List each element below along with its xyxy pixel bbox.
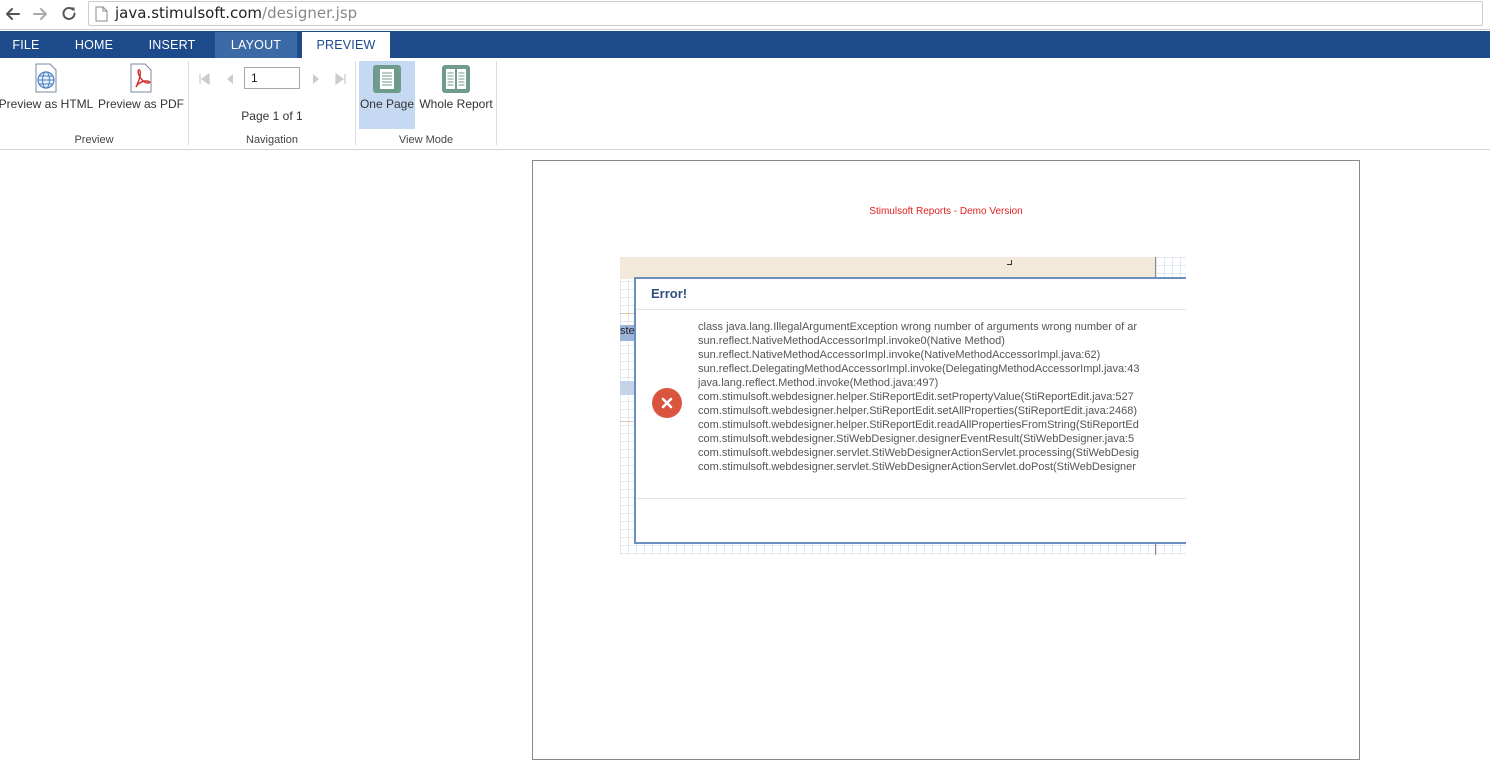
preview-as-html-button[interactable]: Preview as HTML <box>0 62 94 126</box>
dialog-divider <box>636 498 1186 499</box>
preview-pdf-label: Preview as PDF <box>97 97 185 111</box>
address-bar[interactable]: java.stimulsoft.com/designer.jsp <box>88 1 1483 26</box>
stacktrace-line: sun.reflect.NativeMethodAccessorImpl.inv… <box>698 335 1005 347</box>
tab-insert[interactable]: INSERT <box>136 32 208 58</box>
one-page-label: One Page <box>359 97 415 111</box>
stacktrace-line: com.stimulsoft.webdesigner.servlet.StiWe… <box>698 461 1136 473</box>
stacktrace-line: java.lang.reflect.Method.invoke(Method.j… <box>698 377 939 389</box>
next-page-icon[interactable] <box>309 72 323 86</box>
reload-icon[interactable] <box>58 3 80 25</box>
stacktrace-line: com.stimulsoft.webdesigner.servlet.StiWe… <box>698 447 1140 459</box>
stacktrace-line: class java.lang.IllegalArgumentException… <box>698 321 1138 333</box>
report-page: Stimulsoft Reports - Demo Version ste Er… <box>532 160 1360 760</box>
page-count-text: Page 1 of 1 <box>241 109 303 123</box>
html-globe-icon <box>35 63 57 93</box>
group-divider <box>355 61 356 145</box>
one-page-icon <box>373 65 401 93</box>
error-stacktrace: class java.lang.IllegalArgumentException… <box>698 320 1186 474</box>
preview-group-label: Preview <box>74 134 114 146</box>
navigation-group-label: Navigation <box>246 134 298 146</box>
preview-html-label: Preview as HTML <box>0 97 94 111</box>
dialog-divider <box>636 309 1186 310</box>
corner-mark <box>1007 260 1012 265</box>
stacktrace-line: com.stimulsoft.webdesigner.helper.StiRep… <box>698 419 1139 431</box>
stacktrace-line: sun.reflect.DelegatingMethodAccessorImpl… <box>698 363 1140 375</box>
first-page-icon[interactable] <box>197 72 211 86</box>
tab-layout[interactable]: LAYOUT <box>215 32 297 58</box>
tab-file[interactable]: FILE <box>0 32 52 58</box>
previous-page-icon[interactable] <box>223 72 237 86</box>
preview-as-pdf-button[interactable]: Preview as PDF <box>98 62 184 126</box>
stacktrace-line: sun.reflect.NativeMethodAccessorImpl.inv… <box>698 349 1101 361</box>
stacktrace-line: com.stimulsoft.webdesigner.helper.StiRep… <box>698 405 1137 417</box>
embedded-screenshot: ste Error! class java.lang.IllegalArgume… <box>620 257 1186 555</box>
one-page-button[interactable]: One Page <box>359 61 415 129</box>
viewmode-group-label: View Mode <box>398 134 454 146</box>
pdf-icon <box>130 63 152 93</box>
back-arrow-icon[interactable] <box>2 3 24 25</box>
group-divider <box>188 61 189 145</box>
designer-band <box>620 257 1156 279</box>
tab-home[interactable]: HOME <box>62 32 126 58</box>
ribbon-panel: Preview as HTML Preview as PDF Preview P… <box>0 58 1490 150</box>
whole-report-label: Whole Report <box>419 97 493 111</box>
demo-version-watermark: Stimulsoft Reports - Demo Version <box>869 206 1023 217</box>
error-x-icon <box>652 388 682 418</box>
stacktrace-line: com.stimulsoft.webdesigner.StiWebDesigne… <box>698 433 1135 445</box>
ribbon-tabbar: FILE HOME INSERT LAYOUT PREVIEW <box>0 31 1490 58</box>
error-dialog-title: Error! <box>651 286 688 301</box>
whole-report-button[interactable]: Whole Report <box>419 61 493 129</box>
browser-toolbar: java.stimulsoft.com/designer.jsp <box>0 0 1490 30</box>
page-icon <box>95 6 108 22</box>
last-page-icon[interactable] <box>334 72 348 86</box>
error-dialog: Error! class java.lang.IllegalArgumentEx… <box>634 277 1186 544</box>
forward-arrow-icon[interactable] <box>29 3 51 25</box>
tab-preview[interactable]: PREVIEW <box>302 32 390 58</box>
whole-report-icon <box>442 65 470 93</box>
stacktrace-line: com.stimulsoft.webdesigner.helper.StiRep… <box>698 391 1134 403</box>
url-text: java.stimulsoft.com/designer.jsp <box>115 4 358 22</box>
preview-workspace[interactable]: Stimulsoft Reports - Demo Version ste Er… <box>0 151 1490 760</box>
group-divider <box>496 61 497 145</box>
page-number-input[interactable] <box>244 67 300 89</box>
